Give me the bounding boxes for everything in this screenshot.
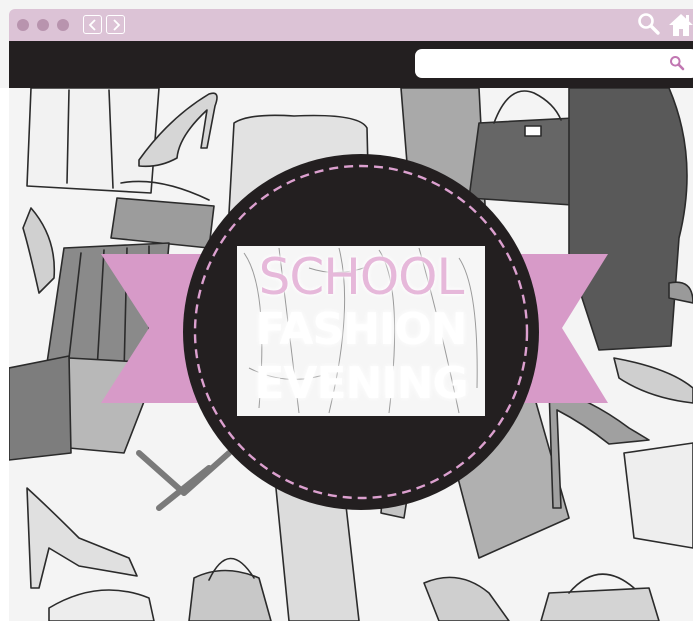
search-box[interactable] xyxy=(415,49,693,78)
window-maximize-dot[interactable] xyxy=(57,19,69,31)
back-button[interactable] xyxy=(83,15,102,34)
search-submit-button[interactable] xyxy=(669,55,685,76)
headline-line-3: EVENING xyxy=(254,358,468,409)
browser-toolbar xyxy=(9,41,693,88)
window-close-dot[interactable] xyxy=(17,19,29,31)
search-icon xyxy=(670,56,685,71)
browser-titlebar xyxy=(9,9,693,41)
search-input[interactable] xyxy=(425,54,659,75)
event-headline: SCHOOL FASHION EVENING xyxy=(237,246,485,416)
chevron-left-icon xyxy=(88,18,96,31)
search-icon xyxy=(638,13,660,35)
chevron-right-icon xyxy=(112,18,120,31)
window-minimize-dot[interactable] xyxy=(37,19,49,31)
home-icon xyxy=(669,14,693,36)
forward-button[interactable] xyxy=(106,15,125,34)
home-button[interactable] xyxy=(668,12,693,43)
toolbar-search-button[interactable] xyxy=(637,12,661,41)
page-content: SCHOOL FASHION EVENING xyxy=(9,88,693,621)
headline-line-2: FASHION xyxy=(255,304,467,355)
page-left-margin xyxy=(0,88,9,621)
headline-line-1: SCHOOL xyxy=(258,248,465,306)
